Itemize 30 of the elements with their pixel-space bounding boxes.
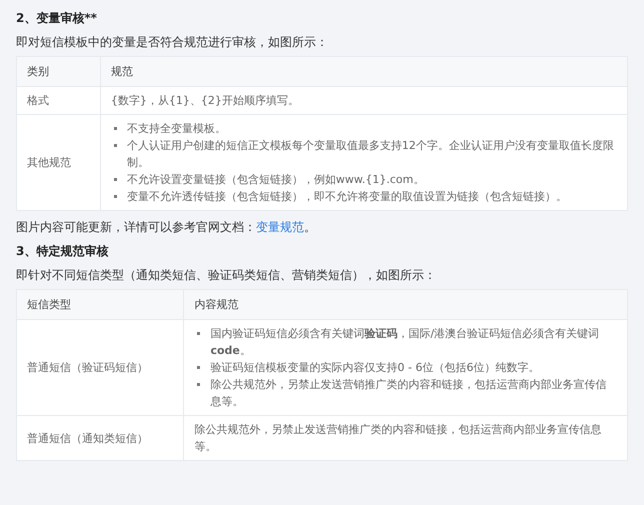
table-cell: 格式 xyxy=(16,86,100,114)
column-header: 短信类型 xyxy=(16,290,184,320)
list-item: 变量不允许透传链接（包含短链接），即不允许将变量的取值设置为链接（包含短链接）。 xyxy=(126,189,567,205)
table-cell: 普通短信（通知类短信） xyxy=(16,416,184,460)
bullet-icon xyxy=(114,127,117,130)
list-item: 不支持全变量模板。 xyxy=(126,121,226,137)
bullet-icon xyxy=(114,178,117,181)
list-item: 除公共规范外，另禁止发送营销推广类的内容和链接，包括运营商内部业务宣传信息等。 xyxy=(210,377,608,410)
intro-text: 即对短信模板中的变量是否符合规范进行审核，如图所示： xyxy=(16,34,329,51)
table-cell: 除公共规范外，另禁止发送营销推广类的内容和链接，包括运营商内部业务宣传信息等。 xyxy=(184,416,628,460)
bullet-icon xyxy=(114,195,117,198)
bullet-icon xyxy=(197,383,200,386)
list-item: 不允许设置变量链接（包含短链接），例如www.{1}.com。 xyxy=(126,172,424,188)
doc-link[interactable]: 变量规范 xyxy=(256,220,304,234)
column-header: 类别 xyxy=(16,56,100,86)
list-item: 国内验证码短信必须含有关键词验证码，国际/港澳台验证码短信必须含有关键词 code。 xyxy=(210,326,600,359)
bullet-icon xyxy=(114,144,117,147)
note-text: 图片内容可能更新，详情可以参考官网文档：变量规范。 xyxy=(16,219,317,236)
section-heading: 3、特定规范审核 xyxy=(16,243,110,260)
column-header: 规范 xyxy=(100,56,628,86)
column-header: 内容规范 xyxy=(184,290,628,320)
table-cell: {数字}，从{1}、{2}开始顺序填写。 xyxy=(100,86,628,114)
list-item: 验证码短信模板变量的实际内容仅支持0 - 6位（包括6位）纯数字。 xyxy=(210,360,540,376)
table-cell: 其他规范 xyxy=(16,114,100,210)
section-heading: 2、变量审核** xyxy=(16,10,98,27)
bullet-icon xyxy=(197,332,200,335)
list-item: 个人认证用户创建的短信正文模板每个变量取值最多支持12个字。企业认证用户没有变量取值长度限制。 xyxy=(126,138,615,171)
table-cell: 普通短信（验证码短信） xyxy=(16,320,184,416)
bullet-icon xyxy=(197,366,200,369)
intro-text: 即针对不同短信类型（通知类短信、验证码类短信、营销类短信），如图所示： xyxy=(16,267,437,284)
